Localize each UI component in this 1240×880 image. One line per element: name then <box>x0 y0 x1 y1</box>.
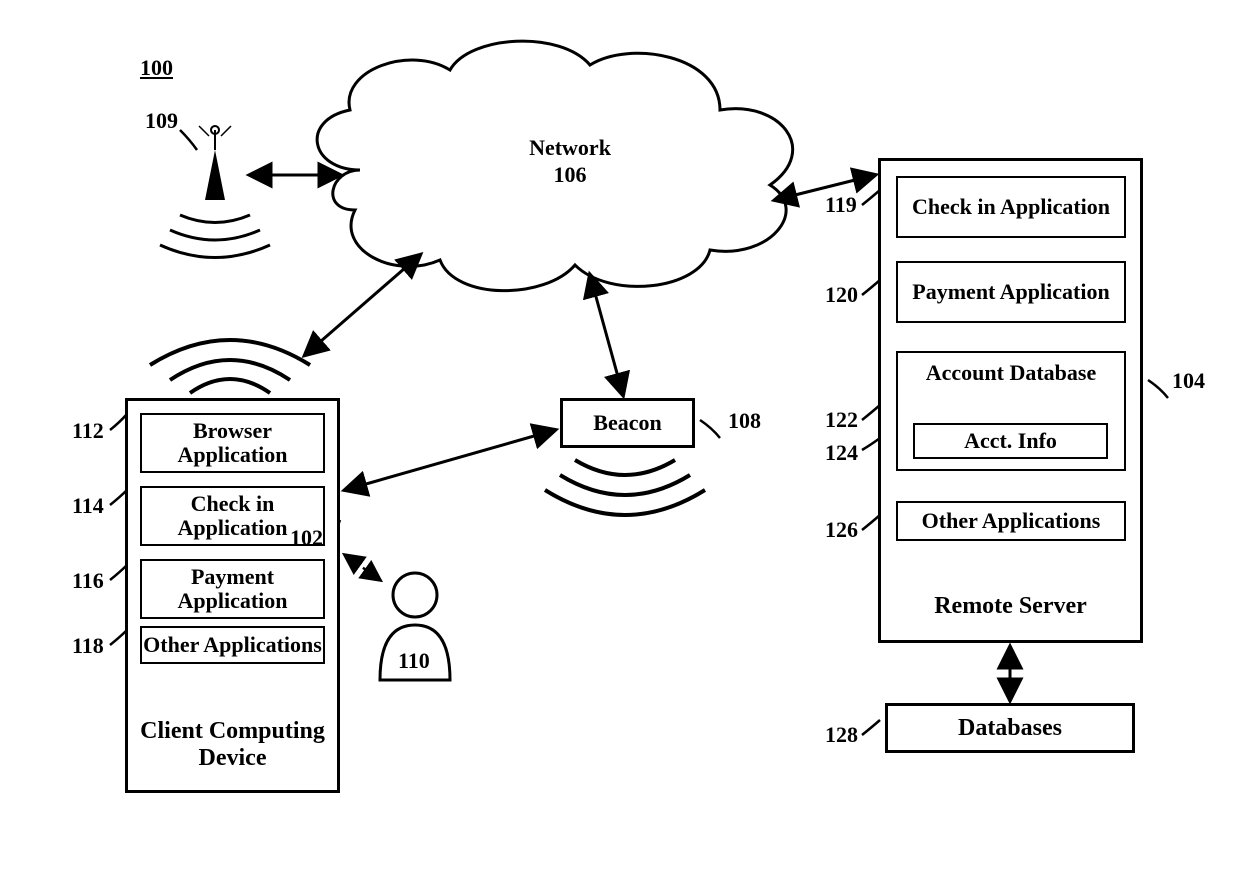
arrow-user-client <box>345 555 380 580</box>
server-item-ref-126: 126 <box>825 517 858 543</box>
antenna-icon <box>160 126 270 258</box>
client-item-ref-116: 116 <box>72 568 104 594</box>
server-ref: 104 <box>1172 368 1205 394</box>
client-item-other: Other Applications <box>140 626 325 664</box>
server-block: Check in Application Payment Application… <box>878 158 1143 643</box>
arrow-beacon-cloud <box>590 275 623 395</box>
beacon-ref: 108 <box>728 408 761 434</box>
server-item-accountdb: Account Database Acct. Info <box>896 351 1126 471</box>
arrow-client-beacon <box>345 430 555 490</box>
client-wifi-icon <box>150 340 310 393</box>
client-item-ref-112: 112 <box>72 418 104 444</box>
client-block: Browser Application Check in Application… <box>125 398 340 793</box>
server-item-ref-120: 120 <box>825 282 858 308</box>
network-name: Network <box>510 135 630 161</box>
server-item-ref-122: 122 <box>825 407 858 433</box>
antenna-ref: 109 <box>145 108 178 134</box>
user-ref: 110 <box>398 648 430 674</box>
acct-info-box: Acct. Info <box>913 423 1108 459</box>
server-item-payment: Payment Application <box>896 261 1126 323</box>
databases-box: Databases <box>885 703 1135 753</box>
databases-ref: 128 <box>825 722 858 748</box>
client-ref: 102 <box>290 525 323 551</box>
client-title: Client Computing Device <box>128 718 337 772</box>
server-item-ref-124: 124 <box>825 440 858 466</box>
beacon-box: Beacon <box>560 398 695 448</box>
server-item-other: Other Applications <box>896 501 1126 541</box>
server-item-ref-119: 119 <box>825 192 857 218</box>
arrow-client-cloud <box>305 255 420 355</box>
server-item-checkin: Check in Application <box>896 176 1126 238</box>
beacon-wifi-icon <box>545 460 705 515</box>
server-title: Remote Server <box>881 593 1140 620</box>
client-item-ref-118: 118 <box>72 633 104 659</box>
client-item-ref-114: 114 <box>72 493 104 519</box>
network-ref: 106 <box>510 162 630 188</box>
client-item-browser: Browser Application <box>140 413 325 473</box>
accountdb-label: Account Database <box>898 361 1124 385</box>
client-item-payment: Payment Application <box>140 559 325 619</box>
